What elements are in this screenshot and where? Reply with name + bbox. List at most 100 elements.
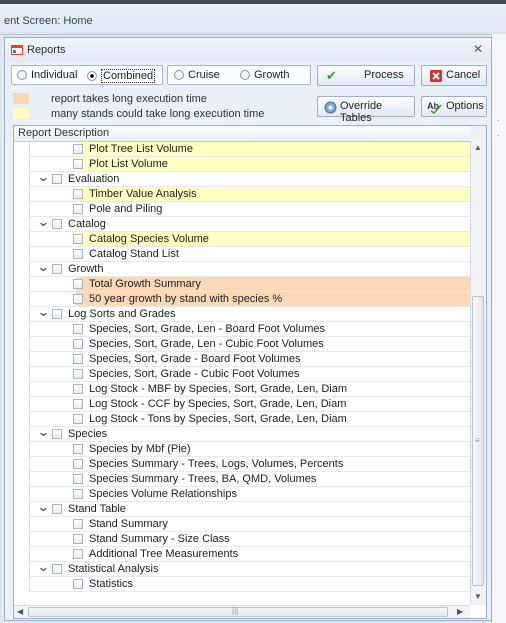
row-checkbox[interactable] — [73, 159, 83, 169]
expand-chevron-icon[interactable]: ⌄ — [37, 214, 50, 230]
options-label: Options — [446, 100, 484, 112]
group-row[interactable]: ⌄ Stand Table — [14, 499, 470, 517]
radio-button[interactable] — [17, 70, 27, 80]
group-row[interactable]: ⌄ Log Sorts and Grades — [14, 304, 470, 322]
group-row[interactable]: ⌄ Growth — [14, 259, 470, 277]
group-row[interactable]: ⌄ Species — [14, 424, 470, 442]
override-tables-button[interactable]: Override Tables — [317, 96, 415, 124]
row-label: Pole and Piling — [89, 203, 163, 215]
row-checkbox[interactable] — [52, 264, 62, 274]
row-checkbox[interactable] — [73, 534, 83, 544]
report-row[interactable]: Stand Summary — [14, 517, 470, 532]
report-row[interactable]: Log Stock - Tons by Species, Sort, Grade… — [14, 412, 470, 427]
row-checkbox[interactable] — [73, 234, 83, 244]
report-row[interactable]: Species by Mbf (Pie) — [14, 442, 470, 457]
report-row[interactable]: 50 year growth by stand with species % — [14, 292, 470, 307]
vertical-scrollbar[interactable]: ▲ ≡ ▼ — [470, 141, 486, 605]
radio-growth[interactable]: Growth — [240, 69, 289, 81]
scroll-up-icon[interactable]: ▲ — [474, 143, 482, 152]
row-gutter — [14, 322, 30, 337]
radio-label: Cruise — [188, 69, 220, 81]
row-checkbox[interactable] — [73, 369, 83, 379]
report-row[interactable]: Timber Value Analysis — [14, 187, 470, 202]
row-checkbox[interactable] — [73, 384, 83, 394]
horizontal-scrollbar[interactable]: ◀ ||| ▶ — [14, 605, 470, 618]
reports-icon — [11, 45, 23, 55]
report-row[interactable]: Plot List Volume — [14, 157, 470, 172]
expand-chevron-icon[interactable]: ⌄ — [37, 259, 50, 275]
row-checkbox[interactable] — [52, 219, 62, 229]
report-row[interactable]: Species, Sort, Grade - Cubic Foot Volume… — [14, 367, 470, 382]
scroll-right-icon[interactable]: ▶ — [457, 607, 463, 616]
expand-chevron-icon[interactable]: ⌄ — [37, 499, 50, 515]
cancel-button[interactable]: Cancel — [421, 65, 487, 86]
radio-combined[interactable]: Combined — [87, 69, 156, 83]
row-checkbox[interactable] — [73, 489, 83, 499]
group-row[interactable]: ⌄ Statistical Analysis — [14, 559, 470, 577]
report-row[interactable]: Log Stock - MBF by Species, Sort, Grade,… — [14, 382, 470, 397]
row-checkbox[interactable] — [73, 399, 83, 409]
expand-chevron-icon[interactable]: ⌄ — [37, 424, 50, 440]
expand-chevron-icon[interactable]: ⌄ — [37, 169, 50, 185]
row-checkbox[interactable] — [73, 324, 83, 334]
report-row[interactable]: Statistics — [14, 577, 470, 592]
report-row[interactable]: Additional Tree Measurements — [14, 547, 470, 562]
process-button[interactable]: ✔ Process — [317, 65, 415, 86]
row-checkbox[interactable] — [73, 579, 83, 589]
radio-individual[interactable]: Individual — [17, 69, 77, 81]
row-checkbox[interactable] — [73, 249, 83, 259]
row-label: Log Stock - MBF by Species, Sort, Grade,… — [89, 383, 347, 395]
grid-header[interactable]: Report Description — [14, 126, 470, 142]
report-row[interactable]: Catalog Species Volume — [14, 232, 470, 247]
row-checkbox[interactable] — [73, 474, 83, 484]
report-row[interactable]: Species Volume Relationships — [14, 487, 470, 502]
row-gutter — [14, 292, 30, 307]
report-row[interactable]: Species Summary - Trees, BA, QMD, Volume… — [14, 472, 470, 487]
report-row[interactable]: Log Stock - CCF by Species, Sort, Grade,… — [14, 397, 470, 412]
radio-button[interactable] — [240, 70, 250, 80]
report-row[interactable]: Pole and Piling — [14, 202, 470, 217]
report-row[interactable]: Catalog Stand List — [14, 247, 470, 262]
expand-chevron-icon[interactable]: ⌄ — [37, 559, 50, 575]
row-checkbox[interactable] — [73, 204, 83, 214]
scroll-left-icon[interactable]: ◀ — [17, 607, 23, 616]
dialog-title-bar[interactable]: Reports ✕ — [5, 38, 491, 62]
report-row[interactable]: Species, Sort, Grade, Len - Board Foot V… — [14, 322, 470, 337]
row-checkbox[interactable] — [73, 354, 83, 364]
row-checkbox[interactable] — [73, 444, 83, 454]
row-label: Plot List Volume — [89, 158, 168, 170]
row-checkbox[interactable] — [73, 144, 83, 154]
row-checkbox[interactable] — [52, 504, 62, 514]
row-checkbox[interactable] — [73, 459, 83, 469]
row-gutter — [14, 232, 30, 247]
row-checkbox[interactable] — [73, 294, 83, 304]
row-checkbox[interactable] — [52, 309, 62, 319]
row-checkbox[interactable] — [73, 549, 83, 559]
close-icon[interactable]: ✕ — [473, 42, 483, 56]
scroll-down-icon[interactable]: ▼ — [474, 592, 482, 601]
row-checkbox[interactable] — [73, 279, 83, 289]
report-row[interactable]: Stand Summary - Size Class — [14, 532, 470, 547]
expand-chevron-icon[interactable]: ⌄ — [37, 304, 50, 320]
group-row[interactable]: ⌄ Evaluation — [14, 169, 470, 187]
report-row[interactable]: Total Growth Summary — [14, 277, 470, 292]
group-row[interactable]: ⌄ Catalog — [14, 214, 470, 232]
report-row[interactable]: Species, Sort, Grade - Board Foot Volume… — [14, 352, 470, 367]
row-checkbox[interactable] — [52, 564, 62, 574]
row-gutter — [14, 352, 30, 367]
report-row[interactable]: Species Summary - Trees, Logs, Volumes, … — [14, 457, 470, 472]
row-checkbox[interactable] — [52, 429, 62, 439]
row-checkbox[interactable] — [73, 189, 83, 199]
row-checkbox[interactable] — [73, 339, 83, 349]
options-button[interactable]: Ab Options — [421, 96, 487, 117]
radio-button[interactable] — [174, 70, 184, 80]
report-row[interactable]: Plot Tree List Volume — [14, 142, 470, 157]
row-checkbox[interactable] — [73, 519, 83, 529]
radio-label: Combined — [101, 69, 156, 83]
report-row[interactable]: Species, Sort, Grade, Len - Cubic Foot V… — [14, 337, 470, 352]
row-checkbox[interactable] — [52, 174, 62, 184]
radio-cruise[interactable]: Cruise — [174, 69, 220, 81]
row-label: Statistical Analysis — [68, 563, 159, 575]
row-checkbox[interactable] — [73, 414, 83, 424]
radio-button[interactable] — [87, 71, 97, 81]
